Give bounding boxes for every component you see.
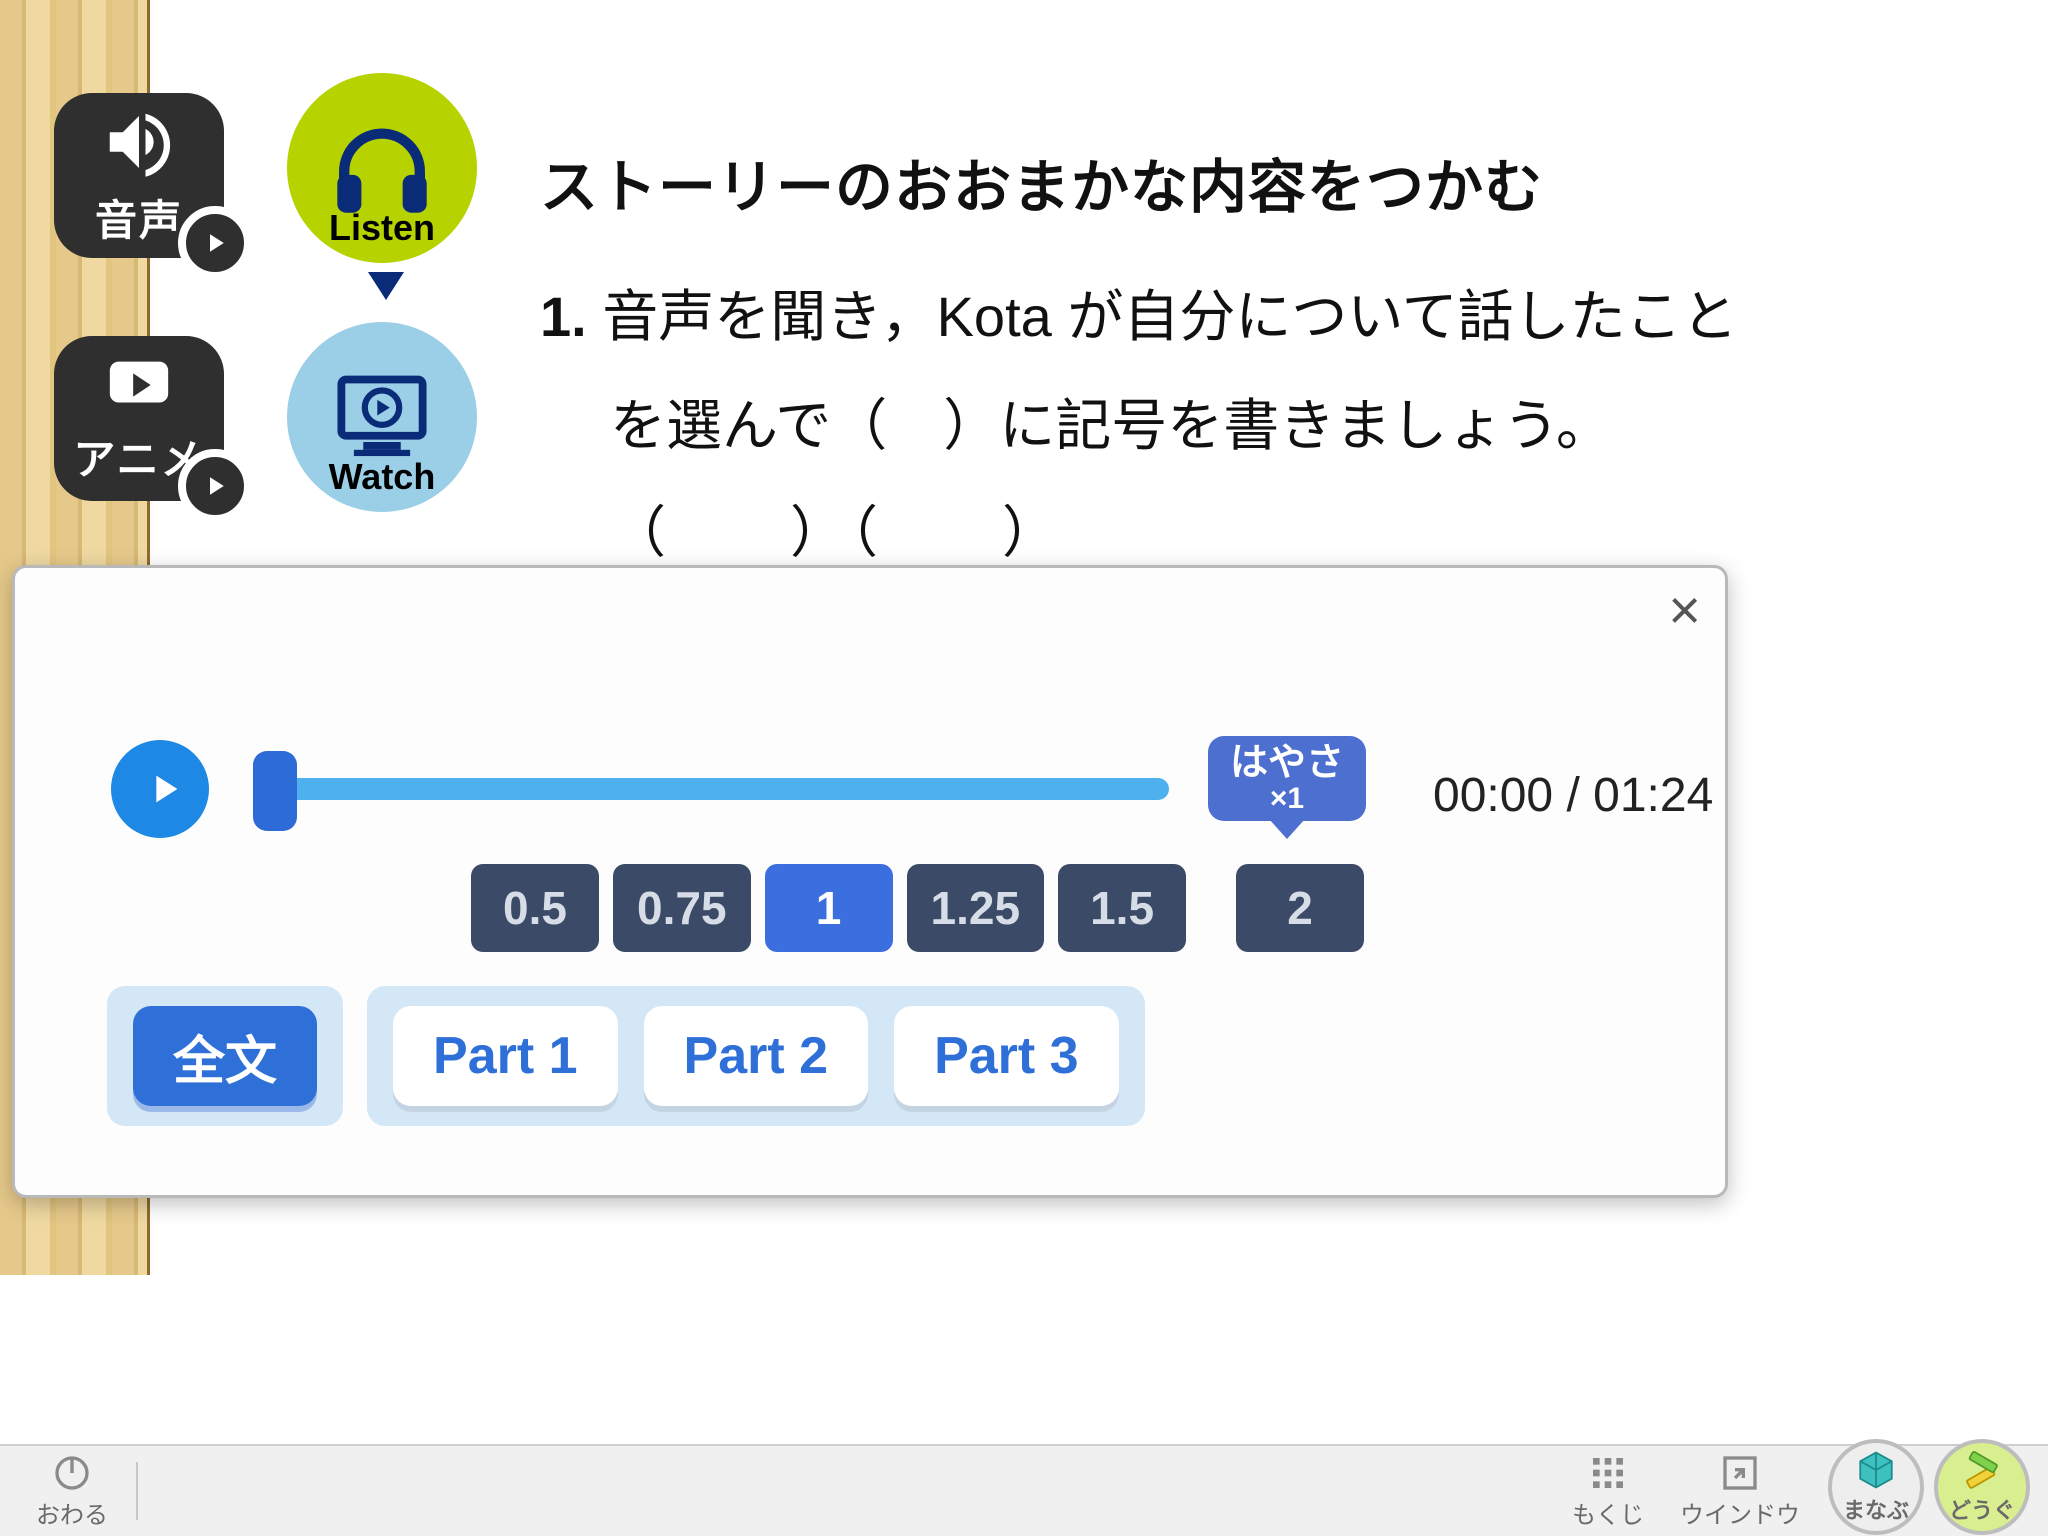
segment-all-group: 全文 <box>107 986 343 1126</box>
instruction-title: ストーリーのおおまかな内容をつかむ <box>540 140 1988 224</box>
audio-label: 音声 <box>95 187 183 248</box>
toolbar-end[interactable]: おわる <box>18 1453 126 1530</box>
instruction-line1: 音声を聞き，Kota が自分について話したこと <box>602 285 1737 348</box>
speed-row: 0.5 0.75 1 1.25 1.5 2 <box>471 864 1364 952</box>
video-icon <box>95 350 183 420</box>
seek-track[interactable] <box>279 778 1169 800</box>
bottom-toolbar: おわる もくじ ウインドウ まなぶ どうぐ <box>0 1444 2048 1536</box>
time-current: 00:00 <box>1433 769 1553 822</box>
audio-button[interactable]: 音声 <box>54 93 224 258</box>
play-button[interactable] <box>111 740 209 838</box>
segment-all-button[interactable]: 全文 <box>133 1006 317 1106</box>
answer-parentheses: （ ）（ ） <box>540 488 1988 569</box>
segment-controls: 全文 Part 1 Part 2 Part 3 <box>107 986 1145 1126</box>
close-button[interactable]: × <box>1668 582 1701 638</box>
speed-0-5[interactable]: 0.5 <box>471 864 599 952</box>
speed-1-5[interactable]: 1.5 <box>1058 864 1186 952</box>
cube-icon <box>1855 1449 1897 1491</box>
segment-part-3[interactable]: Part 3 <box>894 1006 1119 1106</box>
close-icon: × <box>1668 578 1701 641</box>
toolbar-toc-label: もくじ <box>1572 1495 1644 1530</box>
anime-button[interactable]: アニメ <box>54 336 224 501</box>
seek-thumb[interactable] <box>253 751 297 831</box>
toolbar-learn-label: まなぶ <box>1843 1493 1909 1525</box>
audio-player-panel: × はやさ ×1 00:00 / 01:24 0.5 0.75 1 1.25 1… <box>12 565 1728 1198</box>
instruction-line2: を選んで（ ）に記号を書きましょう。 <box>540 394 1612 457</box>
grid-icon <box>1588 1453 1628 1493</box>
toolbar-end-label: おわる <box>36 1495 108 1530</box>
time-display: 00:00 / 01:24 <box>1433 768 1713 823</box>
toolbar-toc[interactable]: もくじ <box>1554 1453 1662 1530</box>
speed-0-75[interactable]: 0.75 <box>613 864 751 952</box>
segment-part-1[interactable]: Part 1 <box>393 1006 618 1106</box>
toolbar-window[interactable]: ウインドウ <box>1662 1453 1818 1530</box>
arrow-down-icon <box>368 272 404 300</box>
window-icon <box>1720 1453 1760 1493</box>
toolbar-tools-label: どうぐ <box>1949 1493 2015 1525</box>
listen-button[interactable]: Listen <box>287 73 477 263</box>
toolbar-separator <box>136 1462 138 1520</box>
speaker-icon <box>100 103 178 181</box>
speed-2[interactable]: 2 <box>1236 864 1364 952</box>
toolbar-learn[interactable]: まなぶ <box>1828 1439 1924 1535</box>
speed-1-25[interactable]: 1.25 <box>907 864 1045 952</box>
anime-play-badge[interactable] <box>178 449 252 523</box>
segment-part-2[interactable]: Part 2 <box>644 1006 869 1106</box>
audio-play-badge[interactable] <box>178 206 252 280</box>
play-icon <box>141 766 187 812</box>
watch-label: Watch <box>329 456 436 498</box>
speed-indicator-label: はやさ <box>1230 744 1344 782</box>
power-icon <box>52 1453 92 1493</box>
instruction-block: ストーリーのおおまかな内容をつかむ 1. 音声を聞き，Kota が自分について話… <box>540 140 1988 569</box>
instruction-number: 1. <box>540 285 587 348</box>
instruction-body: 1. 音声を聞き，Kota が自分について話したこと を選んで（ ）に記号を書き… <box>540 262 1988 480</box>
segment-parts-group: Part 1 Part 2 Part 3 <box>367 986 1145 1126</box>
pencil-ruler-icon <box>1961 1449 2003 1491</box>
speed-indicator-value: ×1 <box>1230 782 1344 815</box>
time-sep: / <box>1553 769 1593 822</box>
toolbar-tools[interactable]: どうぐ <box>1934 1439 2030 1535</box>
time-total: 01:24 <box>1593 769 1713 822</box>
speed-indicator[interactable]: はやさ ×1 <box>1208 736 1366 821</box>
speed-1[interactable]: 1 <box>765 864 893 952</box>
monitor-play-icon <box>327 367 437 467</box>
listen-label: Listen <box>329 207 435 249</box>
watch-button[interactable]: Watch <box>287 322 477 512</box>
toolbar-window-label: ウインドウ <box>1680 1495 1800 1530</box>
